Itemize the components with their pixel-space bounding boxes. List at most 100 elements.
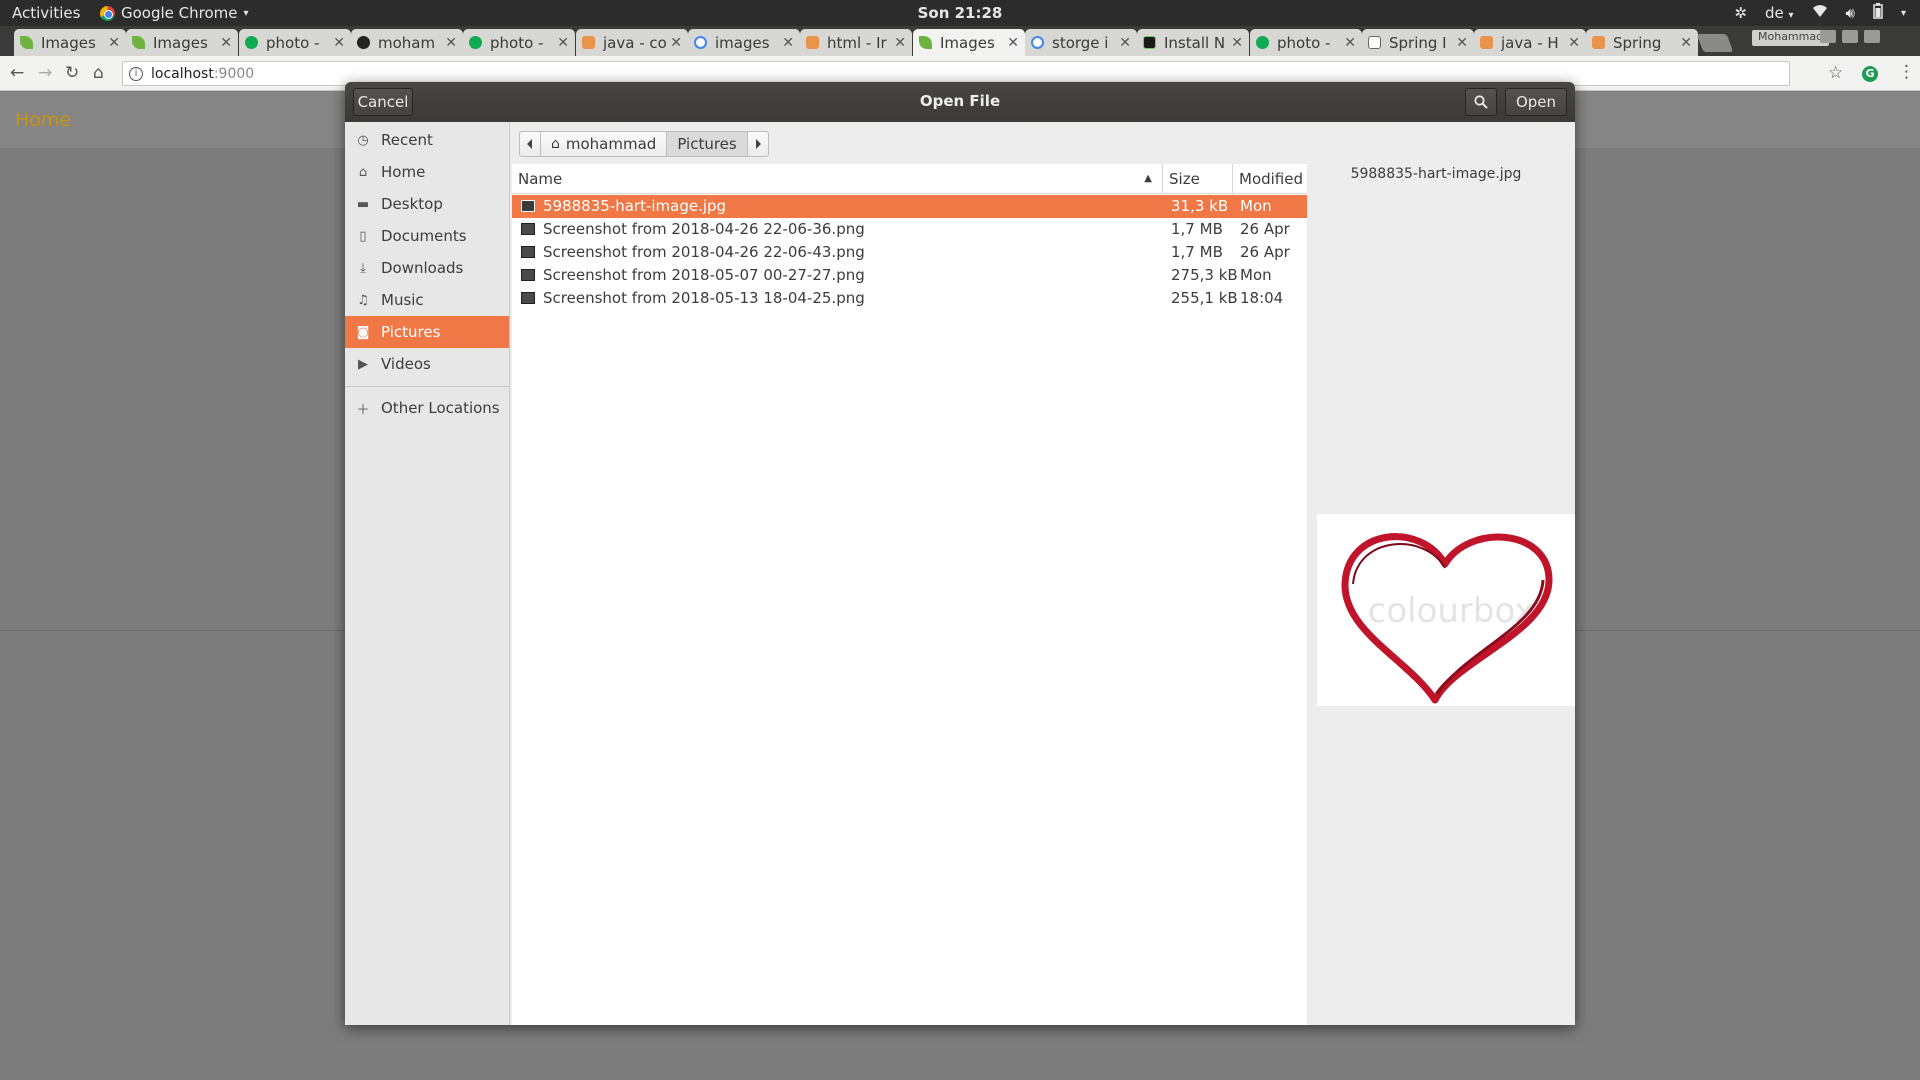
tab-close-icon[interactable]: ✕ [1007,35,1019,51]
column-header-name[interactable]: Name ▲ [512,164,1162,194]
app-menu[interactable]: Google Chrome ▾ [100,4,249,22]
home-link[interactable]: Home [15,109,71,131]
browser-tab[interactable]: photo - ✕ [239,29,351,56]
tab-close-icon[interactable]: ✕ [1119,35,1131,51]
chevron-down-icon: ▾ [243,7,249,19]
column-header-label: Name [518,169,563,188]
sidebar-item-recent[interactable]: ◷ Recent [345,124,509,156]
column-header-size[interactable]: Size [1162,164,1232,194]
tab-close-icon[interactable]: ✕ [1231,35,1243,51]
battery-icon[interactable] [1873,3,1883,23]
path-scroll-left-button[interactable] [519,131,541,157]
tab-title: photo - [490,33,544,52]
activities-button[interactable]: Activities [12,4,80,22]
sidebar-item-other-locations[interactable]: ＋ Other Locations [345,392,509,424]
forward-arrow-icon[interactable]: → [38,63,52,83]
volume-icon[interactable]: 🔊︎ [1846,4,1855,22]
new-tab-button[interactable] [1696,34,1734,52]
file-modified: 18:04 [1240,289,1284,307]
sidebar-item-documents[interactable]: ▯ Documents [345,220,509,252]
sidebar-item-videos[interactable]: ▶ Videos [345,348,509,380]
cancel-button[interactable]: Cancel [353,88,413,116]
path-button-home[interactable]: ⌂ mohammad [540,131,668,157]
file-row[interactable]: Screenshot from 2018-04-26 22-06-43.png 1… [512,241,1307,264]
back-arrow-icon[interactable]: ← [10,63,24,83]
tab-close-icon[interactable]: ✕ [670,35,682,51]
power-menu-chevron-icon[interactable]: ▾ [1901,8,1906,19]
sidebar-item-pictures[interactable]: ◙ Pictures [345,316,509,348]
settings-icon[interactable]: ✲ [1734,4,1747,22]
bookmark-star-icon[interactable]: ☆ [1828,63,1843,83]
tab-close-icon[interactable]: ✕ [1344,35,1356,51]
image-file-icon [521,269,535,281]
open-button[interactable]: Open [1505,88,1567,116]
browser-tab[interactable]: storge i ✕ [1025,29,1137,56]
sidebar-item-music[interactable]: ♫ Music [345,284,509,316]
file-row[interactable]: Screenshot from 2018-04-26 22-06-36.png 1… [512,218,1307,241]
terminal-icon [1143,36,1156,49]
sidebar-item-desktop[interactable]: ▬ Desktop [345,188,509,220]
browser-tab[interactable]: Spring ✕ [1586,29,1698,56]
close-window-button[interactable] [1864,30,1880,43]
dialog-header-bar: Cancel Open File Open [345,82,1575,122]
system-tray[interactable]: ✲ de ▾ 🔊︎ ▾ [1734,3,1906,23]
tab-close-icon[interactable]: ✕ [445,35,457,51]
browser-tab[interactable]: moham ✕ [351,29,463,56]
home-icon[interactable]: ⌂ [93,63,104,83]
profile-button[interactable]: Mohammad [1752,30,1830,46]
tab-close-icon[interactable]: ✕ [894,35,906,51]
path-button-pictures[interactable]: Pictures [666,131,748,157]
tab-close-icon[interactable]: ✕ [333,35,345,51]
file-row[interactable]: Screenshot from 2018-05-13 18-04-25.png 2… [512,287,1307,310]
tab-close-icon[interactable]: ✕ [1568,35,1580,51]
search-button[interactable] [1465,88,1497,116]
minimize-button[interactable] [1820,30,1836,43]
stackoverflow-icon [582,36,595,49]
sidebar-item-downloads[interactable]: ⤓ Downloads [345,252,509,284]
image-file-icon [521,200,535,212]
path-scroll-right-button[interactable] [746,131,769,157]
file-row[interactable]: 5988835-hart-image.jpg 31,3 kB Mon [512,195,1307,218]
sidebar-item-label: Recent [381,131,433,149]
grammarly-extension-icon[interactable]: G [1862,66,1878,82]
reload-icon[interactable]: ↻ [65,63,79,83]
path-button-label: mohammad [565,135,657,153]
browser-tab[interactable]: images ✕ [688,29,800,56]
tab-title: photo - [266,33,320,52]
file-name: Screenshot from 2018-04-26 22-06-36.png [543,220,865,238]
browser-tab[interactable]: photo - ✕ [463,29,575,56]
column-header-modified[interactable]: Modified [1232,164,1307,194]
file-row[interactable]: Screenshot from 2018-05-07 00-27-27.png 2… [512,264,1307,287]
tab-close-icon[interactable]: ✕ [782,35,794,51]
site-info-icon[interactable]: i [129,66,143,81]
tab-close-icon[interactable]: ✕ [220,35,232,51]
clock[interactable]: Son 21:28 [0,4,1920,22]
maximize-button[interactable] [1842,30,1858,43]
tab-close-icon[interactable]: ✕ [108,35,120,51]
tab-title: Spring I [1389,33,1447,52]
window-controls [1820,30,1880,43]
browser-tab[interactable]: Install N ✕ [1137,29,1249,56]
browser-tab[interactable]: Images ✕ [126,29,238,56]
browser-tab[interactable]: java - H ✕ [1474,29,1586,56]
browser-tab[interactable]: html - Ir ✕ [800,29,912,56]
browser-tab[interactable]: Images ✕ [14,29,126,56]
sidebar-item-home[interactable]: ⌂ Home [345,156,509,188]
browser-tab[interactable]: java - co ✕ [576,29,688,56]
keyboard-layout-menu[interactable]: de ▾ [1765,4,1794,22]
sidebar-item-label: Music [381,291,424,309]
tab-close-icon[interactable]: ✕ [1680,35,1692,51]
image-file-icon [521,246,535,258]
tab-close-icon[interactable]: ✕ [557,35,569,51]
preview-watermark: colourbox [1368,591,1535,631]
download-icon: ⤓ [360,260,366,276]
tab-title: storge i [1052,33,1109,52]
browser-tab[interactable]: Spring I ✕ [1362,29,1474,56]
file-name: 5988835-hart-image.jpg [543,197,727,215]
menu-kebab-icon[interactable]: ⋮ [1898,62,1915,82]
green-circle-icon [1256,36,1269,49]
wifi-icon[interactable] [1812,4,1828,22]
browser-tab[interactable]: photo - ✕ [1250,29,1362,56]
browser-tab[interactable]: Images ✕ [913,29,1025,56]
tab-close-icon[interactable]: ✕ [1456,35,1468,51]
